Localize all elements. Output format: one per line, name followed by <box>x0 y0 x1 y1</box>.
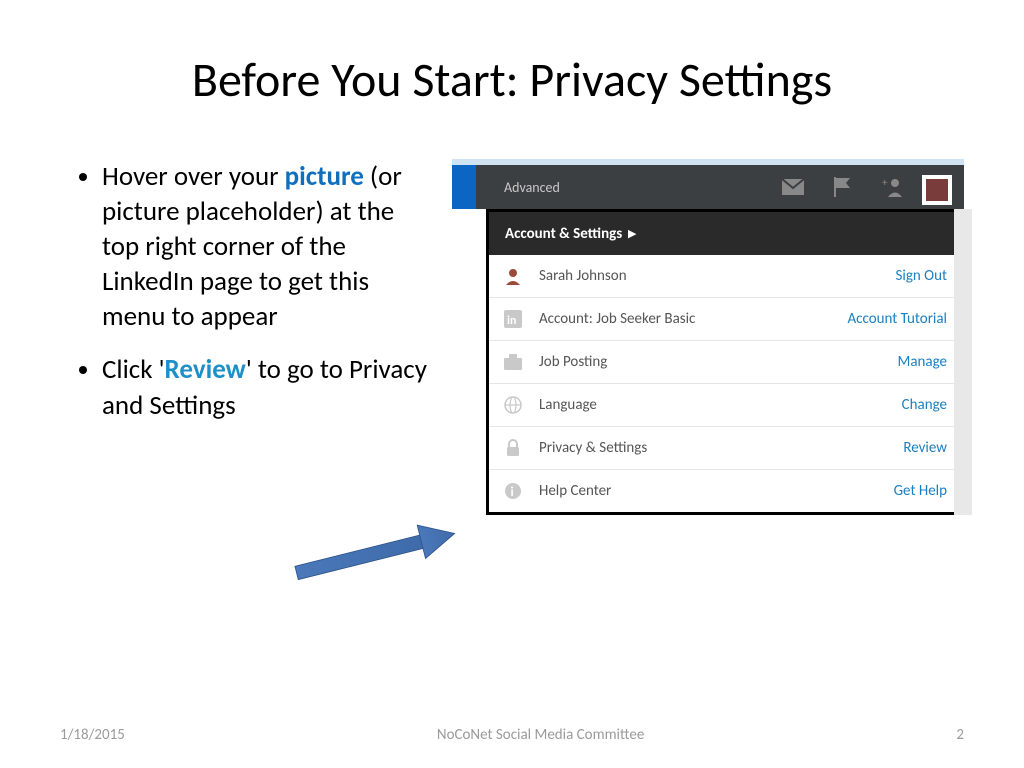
dropdown-row-label: Job Posting <box>539 353 898 371</box>
account-settings-dropdown: Account & Settings ▸ Sarah Johnson Sign … <box>486 209 964 515</box>
globe-icon <box>503 395 523 415</box>
bullet-1-pre: Hover over your <box>102 160 285 193</box>
slide-content: Hover over your picture (or picture plac… <box>0 139 1024 515</box>
svg-text:+: + <box>882 177 888 189</box>
svg-text:i: i <box>511 485 514 500</box>
user-avatar-icon <box>503 266 523 286</box>
dropdown-row-privacy[interactable]: Privacy & Settings Review <box>489 427 961 470</box>
bullet-2-highlight: Review <box>165 353 246 386</box>
flag-icon[interactable] <box>834 177 852 197</box>
callout-arrow <box>280 523 480 583</box>
bullet-list: Hover over your picture (or picture plac… <box>80 159 432 515</box>
info-icon: i <box>503 481 523 501</box>
account-tutorial-link[interactable]: Account Tutorial <box>847 311 947 328</box>
dropdown-row-help[interactable]: i Help Center Get Help <box>489 470 961 512</box>
change-link[interactable]: Change <box>902 396 947 414</box>
scrollbar[interactable] <box>954 209 972 515</box>
review-link[interactable]: Review <box>903 439 947 457</box>
slide-title: Before You Start: Privacy Settings <box>0 0 1024 139</box>
dropdown-row-label: Privacy & Settings <box>539 439 903 457</box>
bullet-1: Hover over your picture (or picture plac… <box>102 159 432 334</box>
linkedin-logo-icon: in <box>503 309 523 329</box>
dropdown-header-label: Account & Settings <box>505 225 622 243</box>
briefcase-icon <box>503 352 523 372</box>
slide-footer: 1/18/2015 NoCoNet Social Media Committee… <box>0 726 1024 744</box>
dropdown-row-label: Account: Job Seeker Basic <box>539 310 847 328</box>
footer-page-number: 2 <box>956 726 964 744</box>
search-tab[interactable] <box>452 165 476 209</box>
bullet-1-highlight: picture <box>285 160 364 193</box>
sign-out-link[interactable]: Sign Out <box>895 267 947 285</box>
get-help-link[interactable]: Get Help <box>894 482 947 500</box>
footer-org: NoCoNet Social Media Committee <box>437 726 644 744</box>
dropdown-row-label: Language <box>539 396 902 414</box>
dropdown-row-profile[interactable]: Sarah Johnson Sign Out <box>489 255 961 298</box>
footer-date: 1/18/2015 <box>60 726 125 744</box>
bullet-2-pre: Click ' <box>102 353 165 386</box>
dropdown-row-language[interactable]: Language Change <box>489 384 961 427</box>
advanced-link[interactable]: Advanced <box>504 179 560 196</box>
add-user-icon[interactable]: + <box>882 177 904 197</box>
dropdown-row-jobposting[interactable]: Job Posting Manage <box>489 341 961 384</box>
linkedin-navbar: Advanced + <box>452 159 964 209</box>
dropdown-row-account[interactable]: in Account: Job Seeker Basic Account Tut… <box>489 298 961 341</box>
svg-text:in: in <box>507 314 516 328</box>
profile-avatar[interactable] <box>922 175 952 205</box>
dropdown-header[interactable]: Account & Settings ▸ <box>489 212 961 255</box>
linkedin-screenshot: Advanced + Account & Settings ▸ <box>452 159 964 515</box>
dropdown-row-label: Sarah Johnson <box>539 267 895 285</box>
mail-icon[interactable] <box>782 179 804 195</box>
chevron-right-icon: ▸ <box>628 224 636 243</box>
nav-icon-group: + <box>782 177 904 197</box>
bullet-2: Click 'Review' to go to Privacy and Sett… <box>102 352 432 422</box>
dropdown-row-label: Help Center <box>539 482 894 500</box>
lock-icon <box>503 438 523 458</box>
manage-link[interactable]: Manage <box>898 353 947 371</box>
avatar-image <box>926 179 948 201</box>
